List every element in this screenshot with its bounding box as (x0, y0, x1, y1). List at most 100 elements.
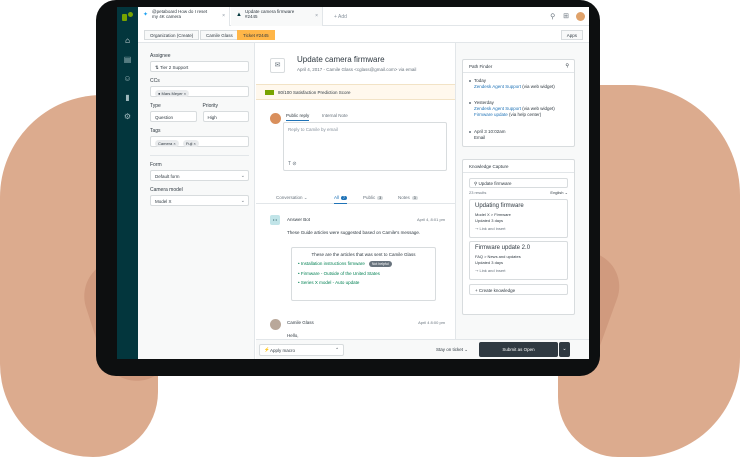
satisfaction-bar (265, 90, 274, 96)
camera-model-label: Camera model (150, 187, 183, 193)
user-avatar[interactable] (576, 12, 585, 21)
chevron-down-icon: ⌄ (240, 173, 245, 179)
type-field[interactable]: Question (150, 111, 197, 122)
agent-avatar (270, 113, 281, 124)
articles-intro: These are the articles that was sent to … (311, 252, 416, 257)
divider (150, 155, 249, 156)
path-item: Yesterday Zendesk Agent Support (via web … (469, 100, 555, 118)
path-text: Email (474, 135, 486, 140)
add-tab-button[interactable]: + Add (334, 14, 347, 20)
crumb-requester[interactable]: Camile Glass (200, 30, 239, 40)
create-knowledge-label: Create knowledge (478, 288, 516, 293)
search-icon[interactable]: ⚲ (550, 13, 555, 20)
home-icon[interactable]: ⌂ (117, 31, 138, 50)
path-link[interactable]: Zendesk Agent Support (474, 84, 521, 89)
customers-icon[interactable]: ☺ (117, 69, 138, 88)
article-updated: Updated 3 days (475, 218, 504, 223)
knowledge-article[interactable]: Updating firmware Model X > Firmware Upd… (469, 199, 568, 238)
stay-on-ticket-select[interactable]: Stay on ticket ⌄ (436, 347, 468, 353)
filter-public[interactable]: Public 3 (363, 195, 384, 200)
pin-icon[interactable]: ⚲ (565, 63, 569, 69)
settings-icon[interactable]: ⚙ (117, 107, 138, 126)
ticket-meta: April 4, 2017 - Camile Glass <cglass@gma… (297, 67, 417, 72)
tab-public-reply[interactable]: Public reply (286, 113, 310, 121)
form-select[interactable]: Default form ⌄ (150, 170, 249, 181)
reply-composer: Public reply Internal Note Reply to Cami… (270, 111, 447, 181)
knowledge-search-value: Update firmware (478, 181, 512, 186)
filter-notes[interactable]: Notes 3 (398, 195, 418, 200)
suggested-articles: These are the articles that was sent to … (291, 247, 436, 301)
camera-model-value: Model X (155, 198, 172, 204)
article-link[interactable]: • Firmware - Outside of the United State… (298, 271, 429, 276)
filter-public-label: Public (363, 195, 376, 200)
answer-bot-avatar: • • (270, 215, 280, 225)
priority-field[interactable]: High (202, 111, 249, 122)
type-priority-row: Type Question Priority High (150, 97, 249, 122)
text-format-icon[interactable]: T (288, 161, 291, 167)
attach-icon[interactable]: ⊘ (292, 161, 296, 167)
path-link[interactable]: Firmware update (474, 112, 508, 117)
path-item: Today Zendesk Agent Support (via web widg… (469, 78, 555, 90)
satisfaction-text: 80/100 Satisfaction Prediction Score (278, 90, 351, 95)
zendesk-icon: ▲ (236, 12, 242, 18)
ccs-label: CCs (150, 78, 160, 84)
conversation-dropdown[interactable]: Conversation ⌄ (276, 195, 308, 201)
submit-dropdown-button[interactable]: ⌄ (559, 342, 570, 357)
crumb-organization[interactable]: Organization (Create) (144, 30, 200, 40)
tab-bar: ✦ @petaboard How do I reset my 4K camera… (138, 7, 589, 26)
message-author: Answer Bot (287, 217, 311, 222)
chevron-down-icon: ⌄ (240, 198, 245, 204)
cc-pill[interactable]: ● Mars Meyer × (155, 89, 190, 97)
filter-all[interactable]: All 7 (334, 195, 347, 204)
message-body: Hello, (287, 333, 299, 338)
ticket-properties: Assignee ⇅ Tier 2 Support CCs ● Mars Mey… (138, 43, 255, 359)
path-finder-card: Path Finder ⚲ Today Zendesk Agent Support … (462, 59, 575, 147)
apps-button[interactable]: Apps (560, 30, 583, 40)
twitter-icon: ✦ (143, 12, 149, 18)
knowledge-search-input[interactable]: ⚲ Update firmware (469, 178, 568, 188)
tag-pill[interactable]: Fuji × (182, 139, 199, 147)
article-title: Firmware update 2.0 (475, 245, 531, 251)
ticket-subject[interactable]: Update camera firmware (297, 55, 385, 64)
link-insert-button[interactable]: ⊸ Link and insert (475, 268, 562, 273)
views-icon[interactable]: ▤ (117, 50, 138, 69)
assignee-label: Assignee (150, 53, 171, 59)
tab-zendesk-ticket[interactable]: ▲ Update camera firmware #2445 × (231, 7, 323, 26)
tags-field[interactable]: Camera × Fuji × (150, 136, 249, 147)
apps-panel: Path Finder ⚲ Today Zendesk Agent Support … (455, 43, 589, 339)
knowledge-article[interactable]: Firmware update 2.0 FAQ > News and updat… (469, 241, 568, 280)
not-helpful-badge: Not helpful (368, 261, 392, 267)
language-select[interactable]: English ⌄ (550, 190, 568, 195)
submit-button[interactable]: Submit as Open (479, 342, 558, 357)
zendesk-logo-icon (122, 12, 133, 21)
tag-pill[interactable]: Camera × (155, 139, 179, 147)
close-icon[interactable]: × (315, 14, 318, 19)
stay-on-ticket-label: Stay on ticket (436, 347, 464, 352)
link-insert-button[interactable]: ⊸ Link and insert (475, 226, 562, 231)
tab-twitter-ticket[interactable]: ✦ @petaboard How do I reset my 4K camera… (138, 7, 230, 26)
cc-name: Mars Meyer (161, 90, 183, 96)
create-knowledge-button[interactable]: + Create knowledge (469, 284, 568, 295)
path-link[interactable]: Zendesk Agent Support (474, 106, 521, 111)
path-finder-title: Path Finder (469, 64, 493, 69)
crumb-ticket[interactable]: Ticket #2445 (237, 30, 275, 40)
ccs-field[interactable]: ● Mars Meyer × (150, 86, 249, 97)
composer-tools: T ⊘ (288, 161, 297, 167)
apps-grid-icon[interactable]: ⊞ (563, 13, 569, 20)
camera-model-select[interactable]: Model X ⌄ (150, 195, 249, 206)
message-author: Camile Glass (287, 320, 314, 325)
apply-macro-button[interactable]: ⚡ Apply macro ⌃ (259, 344, 344, 356)
reply-textarea[interactable]: Reply to Camile by email T ⊘ (283, 122, 447, 171)
tab-internal-note[interactable]: Internal Note (322, 113, 348, 118)
article-link[interactable]: • Series X model - Auto update (298, 280, 429, 285)
reporting-icon[interactable]: ▮ (117, 88, 138, 107)
path-when: April 3 10:02am (474, 129, 506, 134)
close-icon[interactable]: × (222, 14, 225, 19)
path-suffix: (via help center) (507, 112, 542, 117)
ticket-footer: ⚡ Apply macro ⌃ Stay on ticket ⌄ Submit as… (256, 339, 589, 359)
filter-public-count: 3 (377, 196, 384, 200)
article-link[interactable]: • Installation instructions firmware Not … (298, 261, 429, 267)
tab-title: @petaboard How do I reset my 4K camera (152, 9, 208, 19)
assignee-field[interactable]: ⇅ Tier 2 Support (150, 61, 249, 72)
customer-avatar (270, 319, 281, 330)
